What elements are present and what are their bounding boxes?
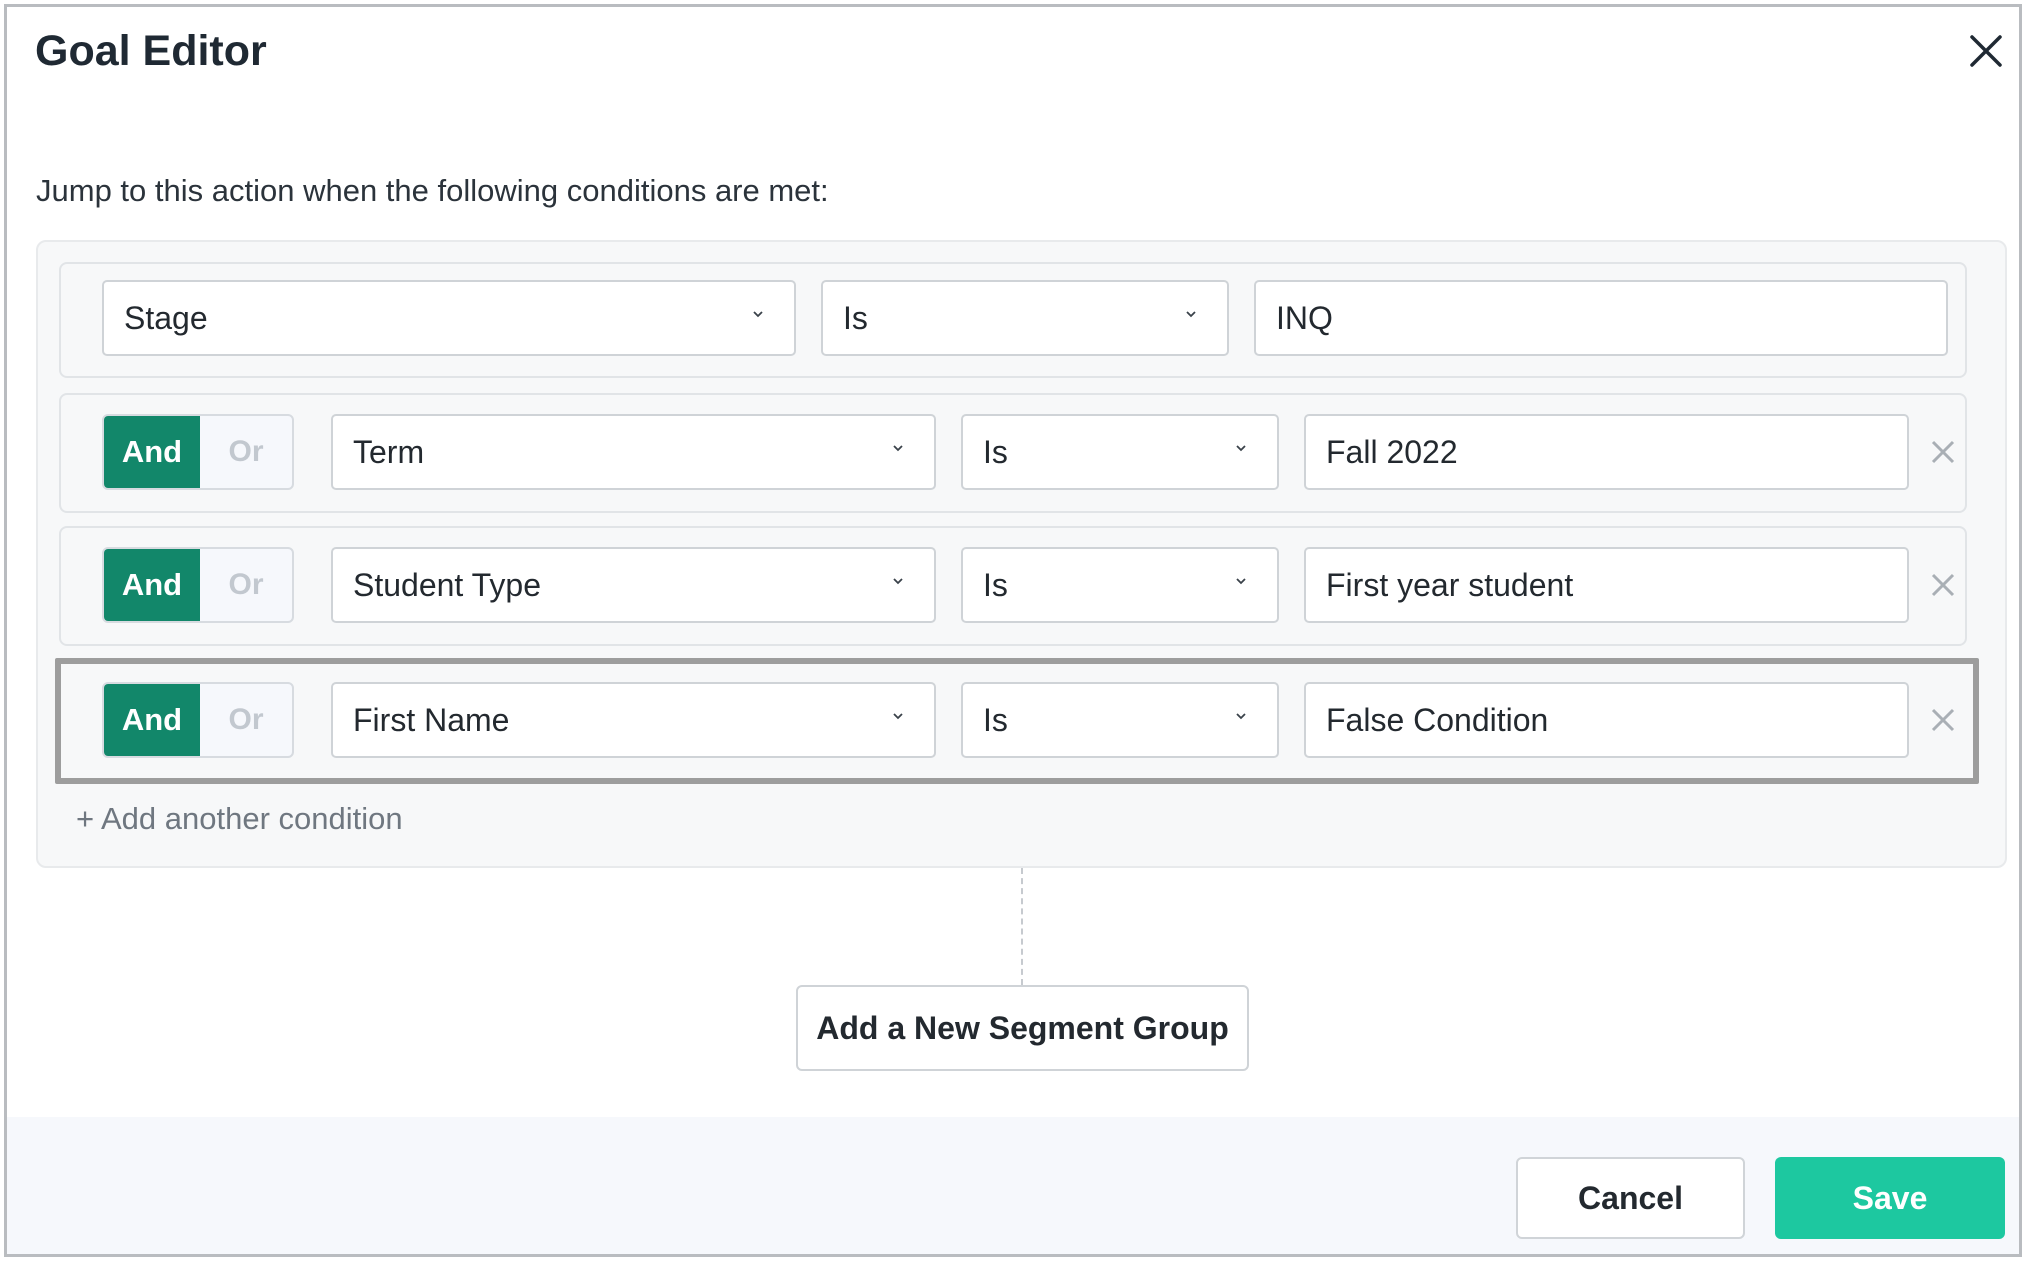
save-button[interactable]: Save bbox=[1775, 1157, 2005, 1239]
value-input[interactable]: False Condition bbox=[1304, 682, 1909, 758]
field-select-value: Student Type bbox=[353, 566, 541, 603]
operator-select-value: Is bbox=[843, 299, 868, 336]
add-segment-group-button[interactable]: Add a New Segment Group bbox=[796, 985, 1249, 1071]
or-button[interactable]: Or bbox=[200, 684, 292, 756]
operator-select[interactable]: Is bbox=[961, 414, 1279, 490]
chevron-down-icon bbox=[893, 445, 903, 452]
chevron-down-icon bbox=[893, 578, 903, 585]
operator-select[interactable]: Is bbox=[961, 682, 1279, 758]
value-input-text: First year student bbox=[1326, 566, 1574, 603]
value-input[interactable]: INQ bbox=[1254, 280, 1948, 356]
field-select[interactable]: Term bbox=[331, 414, 936, 490]
condition-row-4: And Or First Name Is False Condition bbox=[55, 658, 1979, 784]
operator-select-value: Is bbox=[983, 701, 1008, 738]
field-select[interactable]: Stage bbox=[102, 280, 796, 356]
field-select-value: First Name bbox=[353, 701, 510, 738]
chevron-down-icon bbox=[893, 713, 903, 720]
chevron-down-icon bbox=[1186, 311, 1196, 318]
field-select[interactable]: Student Type bbox=[331, 547, 936, 623]
connector-line bbox=[1021, 868, 1023, 985]
operator-select[interactable]: Is bbox=[961, 547, 1279, 623]
value-input-text: Fall 2022 bbox=[1326, 433, 1458, 470]
chevron-down-icon bbox=[1236, 713, 1246, 720]
and-button[interactable]: And bbox=[104, 684, 200, 756]
and-or-toggle: And Or bbox=[102, 547, 294, 623]
cancel-button[interactable]: Cancel bbox=[1516, 1157, 1745, 1239]
close-icon[interactable] bbox=[1964, 29, 2008, 73]
condition-row-3: And Or Student Type Is First year studen… bbox=[59, 526, 1967, 646]
and-button[interactable]: And bbox=[104, 416, 200, 488]
dialog-title: Goal Editor bbox=[35, 27, 267, 75]
remove-icon[interactable] bbox=[1926, 568, 1960, 602]
field-select[interactable]: First Name bbox=[331, 682, 936, 758]
or-button[interactable]: Or bbox=[200, 549, 292, 621]
add-condition-link[interactable]: + Add another condition bbox=[76, 801, 403, 837]
and-or-toggle: And Or bbox=[102, 682, 294, 758]
chevron-down-icon bbox=[753, 311, 763, 318]
and-button[interactable]: And bbox=[104, 549, 200, 621]
goal-editor-dialog: Goal Editor Jump to this action when the… bbox=[4, 4, 2022, 1257]
field-select-value: Term bbox=[353, 433, 425, 470]
value-input[interactable]: First year student bbox=[1304, 547, 1909, 623]
value-input-text: False Condition bbox=[1326, 701, 1549, 738]
operator-select-value: Is bbox=[983, 566, 1008, 603]
operator-select[interactable]: Is bbox=[821, 280, 1229, 356]
remove-icon[interactable] bbox=[1926, 435, 1960, 469]
operator-select-value: Is bbox=[983, 433, 1008, 470]
condition-row-2: And Or Term Is Fall 2022 bbox=[59, 393, 1967, 513]
chevron-down-icon bbox=[1236, 578, 1246, 585]
condition-row-1: Stage Is INQ bbox=[59, 262, 1967, 378]
and-or-toggle: And Or bbox=[102, 414, 294, 490]
remove-icon[interactable] bbox=[1926, 703, 1960, 737]
value-input-text: INQ bbox=[1276, 299, 1333, 336]
value-input[interactable]: Fall 2022 bbox=[1304, 414, 1909, 490]
field-select-value: Stage bbox=[124, 299, 208, 336]
segment-group-panel: Stage Is INQ And Or Term Is Fall 2022 An… bbox=[36, 240, 2007, 868]
conditions-intro: Jump to this action when the following c… bbox=[36, 173, 829, 208]
chevron-down-icon bbox=[1236, 445, 1246, 452]
or-button[interactable]: Or bbox=[200, 416, 292, 488]
